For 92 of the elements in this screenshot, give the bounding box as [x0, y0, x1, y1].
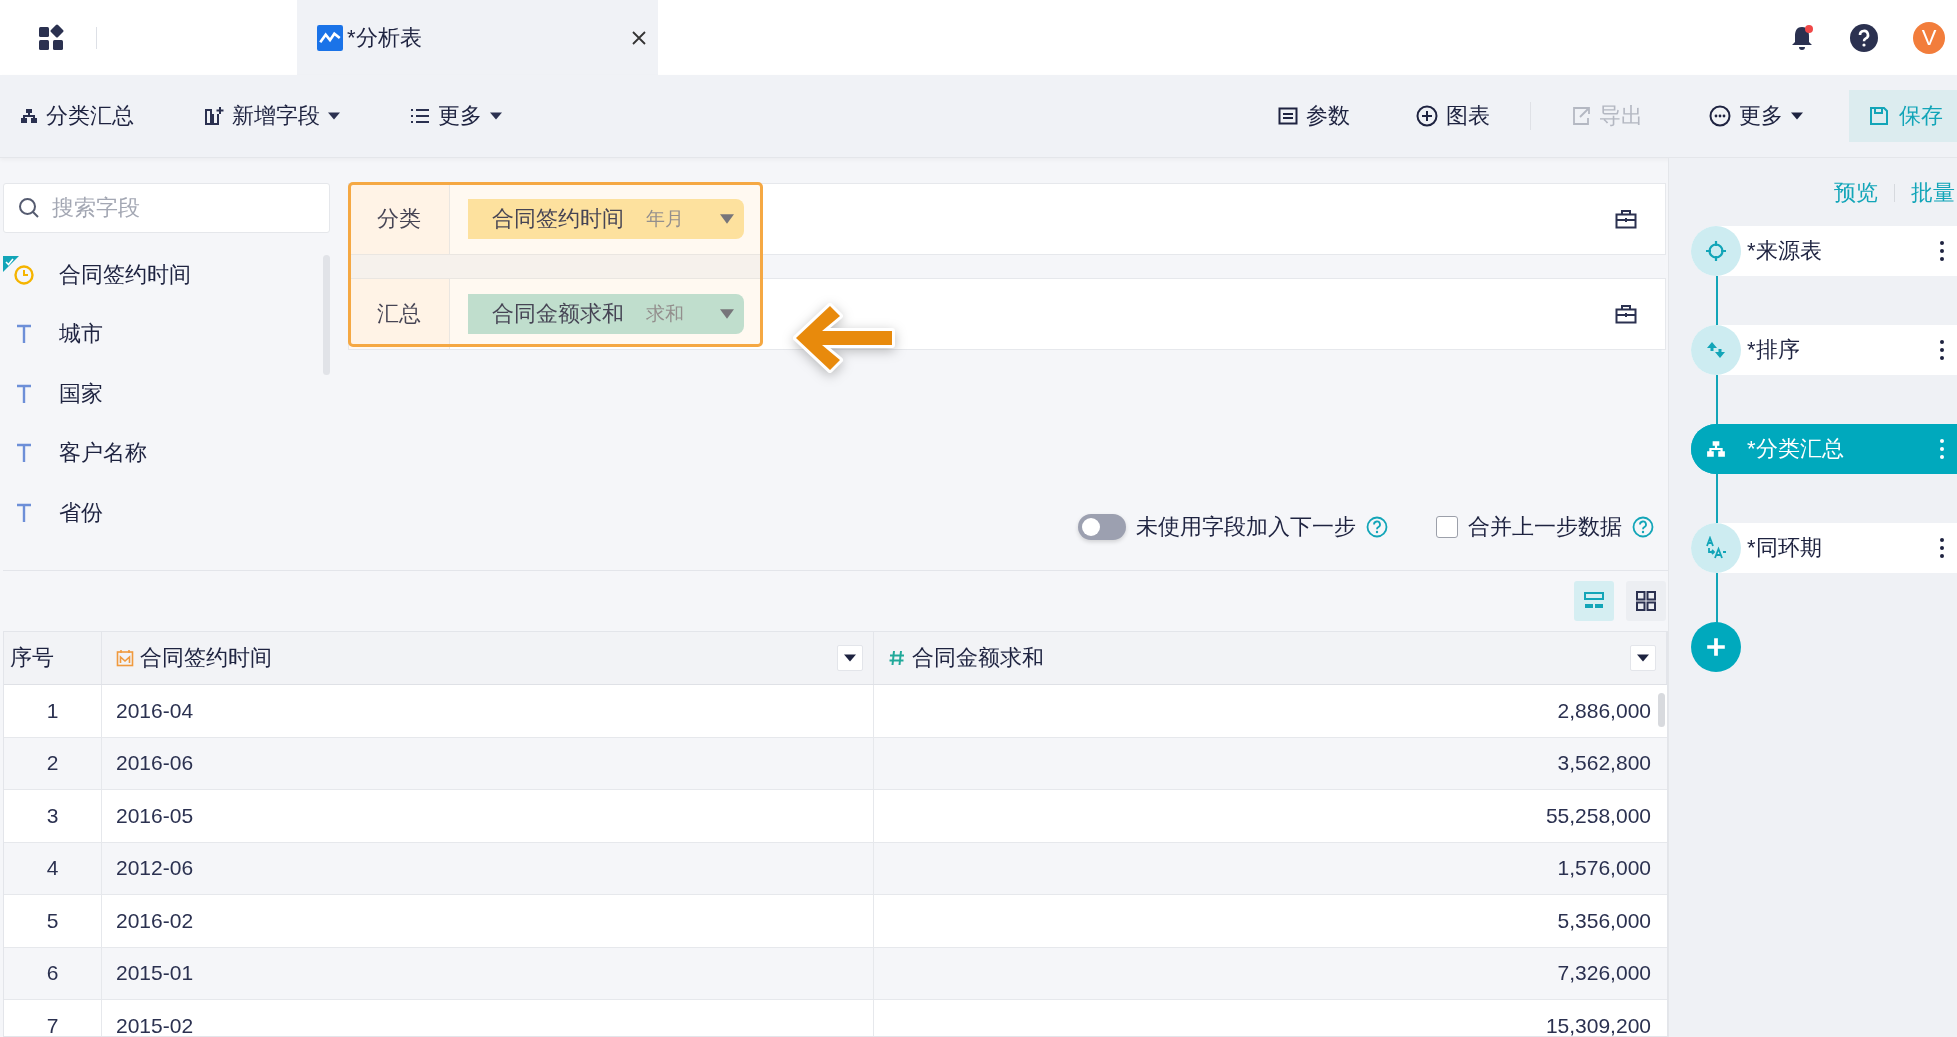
parameters-icon — [1278, 106, 1298, 126]
field-item[interactable]: 省份 — [59, 497, 103, 528]
table-cell: 1 — [46, 698, 59, 723]
text-type-icon — [15, 324, 33, 345]
table-cell: 5,356,000 — [1557, 908, 1651, 933]
table-cell: 4 — [46, 856, 59, 881]
hierarchy-icon — [1706, 439, 1726, 459]
table-cell: 2016-02 — [116, 908, 194, 933]
column-header: 序号 — [10, 644, 54, 672]
kebab-menu-icon[interactable] — [1939, 240, 1945, 262]
table-cell: 6 — [46, 961, 59, 986]
target-icon — [1705, 240, 1727, 262]
save-icon — [1869, 106, 1889, 126]
more-menu-button[interactable]: 更多 — [1709, 101, 1803, 131]
table-cell: 2016-06 — [116, 751, 194, 776]
table-cell: 3 — [46, 803, 59, 828]
table-cell: 5 — [46, 908, 59, 933]
table-cell: 2012-06 — [116, 856, 194, 881]
checkbox-label: 合并上一步数据 — [1468, 513, 1622, 541]
table-cell: 2 — [46, 751, 59, 776]
text-type-icon — [15, 383, 33, 404]
toggle-label: 未使用字段加入下一步 — [1136, 513, 1356, 541]
caret-icon — [1791, 112, 1803, 120]
add-column-icon — [204, 106, 224, 126]
column-menu-button[interactable] — [1630, 645, 1656, 671]
search-input[interactable]: 搜索字段 — [50, 194, 294, 222]
kebab-menu-icon[interactable] — [1939, 537, 1945, 559]
field-item[interactable]: 城市 — [59, 319, 103, 350]
caret-icon — [720, 309, 734, 319]
document-tab[interactable]: *分析表 — [297, 0, 658, 75]
caret-icon — [844, 654, 856, 662]
table-cell: 7 — [46, 1013, 59, 1036]
row-label: 汇总 — [349, 279, 450, 349]
table-cell: 7,326,000 — [1557, 961, 1651, 986]
text-type-icon — [15, 443, 33, 464]
toggle-switch[interactable] — [1078, 514, 1126, 540]
ellipsis-circle-icon — [1709, 105, 1731, 127]
hash-icon — [888, 649, 906, 667]
list-icon — [410, 107, 430, 125]
field-item[interactable]: 合同签约时间 — [59, 259, 191, 290]
search-field[interactable]: 搜索字段 — [3, 183, 330, 233]
caret-icon — [490, 112, 502, 120]
caret-icon — [720, 214, 734, 224]
step-item[interactable]: *来源表 — [1691, 226, 1957, 276]
caret-icon — [1637, 654, 1649, 662]
field-item[interactable]: 客户名称 — [59, 438, 147, 469]
checkbox[interactable] — [1436, 516, 1458, 538]
hierarchy-icon — [20, 107, 38, 125]
plus-icon — [1705, 636, 1727, 658]
step-item[interactable]: *排序 — [1691, 325, 1957, 375]
chart-button[interactable]: 图表 — [1416, 101, 1490, 131]
close-icon[interactable] — [632, 30, 646, 45]
briefcase-icon[interactable] — [1615, 209, 1637, 229]
field-item[interactable]: 国家 — [59, 378, 103, 409]
field-chip[interactable]: 合同金额求和 求和 — [468, 294, 744, 334]
text-type-icon — [15, 502, 33, 523]
line-chart-icon — [317, 24, 343, 51]
table-cell: 3,562,800 — [1557, 751, 1651, 776]
calendar-icon — [116, 649, 134, 667]
table-cell: 1,576,000 — [1557, 856, 1651, 881]
search-icon — [18, 197, 40, 219]
toolbar-button[interactable]: 分类汇总 — [20, 101, 134, 131]
column-menu-button[interactable] — [837, 645, 863, 671]
parameters-button[interactable]: 参数 — [1278, 101, 1350, 131]
table-cell: 2,886,000 — [1557, 698, 1651, 723]
table-cell: 2015-01 — [116, 961, 194, 986]
field-chip[interactable]: 合同签约时间 年月 — [468, 199, 744, 239]
add-step-button[interactable] — [1691, 622, 1741, 672]
grid-icon — [1635, 590, 1657, 612]
text-transform-icon — [1704, 536, 1728, 560]
add-field-button[interactable]: 新增字段 — [204, 101, 340, 131]
more-menu-button[interactable]: 更多 — [410, 101, 502, 131]
briefcase-icon[interactable] — [1615, 304, 1637, 324]
step-item[interactable]: *同环期 — [1691, 523, 1957, 573]
row-label: 分类 — [349, 184, 450, 254]
clock-icon — [13, 263, 35, 286]
column-header: 合同金额求和 — [912, 644, 1044, 672]
kebab-menu-icon[interactable] — [1939, 339, 1945, 361]
help-icon[interactable] — [1849, 22, 1879, 53]
export-icon — [1571, 106, 1591, 126]
tab-title: *分析表 — [347, 23, 423, 52]
table-cell: 2016-04 — [116, 698, 194, 723]
apps-icon[interactable] — [38, 23, 66, 52]
table-cell: 2015-02 — [116, 1013, 194, 1036]
table-cell: 15,309,200 — [1545, 1013, 1651, 1036]
grid-layout-button[interactable] — [1626, 581, 1666, 621]
table-cell: 2016-05 — [116, 803, 194, 828]
caret-icon — [328, 112, 340, 120]
plus-circle-icon — [1416, 105, 1438, 127]
column-header: 合同签约时间 — [140, 644, 272, 672]
table-cell: 55,258,000 — [1545, 803, 1651, 828]
scrollbar[interactable] — [1658, 693, 1665, 727]
